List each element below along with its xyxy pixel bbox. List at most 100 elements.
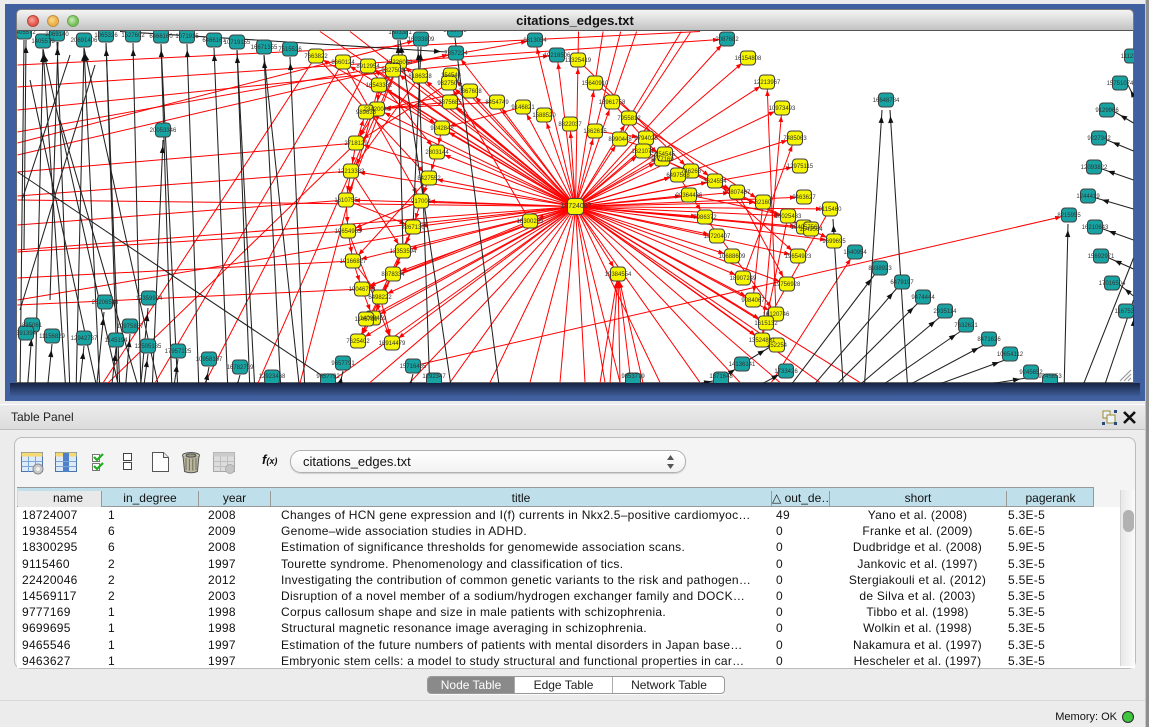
svg-text:7515526: 7515526 <box>278 47 302 53</box>
svg-text:1071915: 1071915 <box>175 34 199 40</box>
svg-text:12923468: 12923468 <box>259 374 286 380</box>
svg-text:17957225: 17957225 <box>165 349 192 355</box>
svg-text:8427552: 8427552 <box>417 176 441 182</box>
svg-text:18300295: 18300295 <box>517 219 544 225</box>
svg-text:16782759: 16782759 <box>227 365 254 371</box>
svg-text:9245653: 9245653 <box>1038 374 1062 380</box>
svg-text:9084067: 9084067 <box>741 298 765 304</box>
svg-text:8813055: 8813055 <box>443 31 467 34</box>
svg-text:8186328: 8186328 <box>408 74 432 80</box>
svg-text:2867608: 2867608 <box>458 89 482 95</box>
svg-text:1588520: 1588520 <box>532 113 556 119</box>
svg-text:8813054: 8813054 <box>523 38 547 44</box>
svg-text:1405572: 1405572 <box>17 31 36 36</box>
svg-text:9242848: 9242848 <box>430 126 454 132</box>
svg-text:10973493: 10973493 <box>769 106 796 112</box>
svg-text:6498222: 6498222 <box>368 295 392 301</box>
svg-text:8471626: 8471626 <box>977 337 1001 343</box>
svg-text:9146821: 9146821 <box>511 105 535 111</box>
svg-text:19384554: 19384554 <box>605 272 632 278</box>
svg-text:1145194: 1145194 <box>105 338 129 344</box>
svg-text:8912954: 8912954 <box>356 64 380 70</box>
svg-text:20364436: 20364436 <box>676 193 703 199</box>
svg-text:917004: 917004 <box>411 199 432 205</box>
svg-text:10719155: 10719155 <box>224 40 251 46</box>
svg-text:1405573: 1405573 <box>31 39 55 45</box>
svg-text:989635: 989635 <box>356 110 377 116</box>
svg-text:2803144: 2803144 <box>425 150 449 156</box>
svg-text:8878334: 8878334 <box>381 272 405 278</box>
svg-text:10958107: 10958107 <box>196 357 223 363</box>
svg-text:1167534: 1167534 <box>1115 309 1134 315</box>
svg-text:15751074: 15751074 <box>1107 81 1134 87</box>
svg-text:11325419: 11325419 <box>565 58 592 64</box>
svg-text:20206536: 20206536 <box>92 300 119 306</box>
svg-text:3875685: 3875685 <box>438 100 462 106</box>
svg-text:10688609: 10688609 <box>719 254 746 260</box>
svg-text:10807487: 10807487 <box>724 190 751 196</box>
svg-text:8215955: 8215955 <box>1057 213 1081 219</box>
svg-text:9474444: 9474444 <box>911 295 935 301</box>
svg-text:7955812: 7955812 <box>617 116 641 122</box>
svg-text:12093822: 12093822 <box>1081 165 1108 171</box>
svg-text:15720407: 15720407 <box>704 234 731 240</box>
svg-text:1244419: 1244419 <box>1076 194 1100 200</box>
svg-text:6466160: 6466160 <box>149 34 173 40</box>
svg-text:8454749: 8454749 <box>485 100 509 106</box>
svg-text:1733426: 1733426 <box>774 369 798 375</box>
svg-text:9129966: 9129966 <box>1095 108 1119 114</box>
svg-text:12505135: 12505135 <box>135 344 162 350</box>
svg-text:154545: 154545 <box>655 152 676 158</box>
svg-text:1615132: 1615132 <box>754 321 778 327</box>
svg-text:16671355: 16671355 <box>251 45 278 51</box>
svg-text:18724007: 18724007 <box>560 203 591 210</box>
svg-text:1603381: 1603381 <box>388 31 412 36</box>
svg-text:835061: 835061 <box>22 323 43 329</box>
svg-text:1362615: 1362615 <box>583 129 607 135</box>
svg-text:3267130: 3267130 <box>401 225 425 231</box>
svg-text:19654923: 19654923 <box>785 254 812 260</box>
svg-text:16543382: 16543382 <box>366 83 393 89</box>
svg-text:2935114: 2935114 <box>934 309 958 315</box>
svg-text:6497568: 6497568 <box>666 173 690 179</box>
svg-text:16648784: 16648784 <box>873 98 900 104</box>
svg-text:9657791: 9657791 <box>331 361 355 367</box>
svg-text:9657792: 9657792 <box>316 374 340 380</box>
svg-text:9699695: 9699695 <box>822 239 846 245</box>
svg-text:7857224: 7857224 <box>444 51 468 57</box>
svg-text:9853779: 9853779 <box>621 374 645 380</box>
svg-text:9327508: 9327508 <box>437 81 461 87</box>
svg-text:6794028: 6794028 <box>634 136 658 142</box>
svg-text:1371648: 1371648 <box>709 374 733 380</box>
svg-text:16120746: 16120746 <box>763 312 790 318</box>
svg-text:12353594: 12353594 <box>390 249 417 255</box>
svg-text:6479197: 6479197 <box>890 280 914 286</box>
svg-text:15640910: 15640910 <box>582 81 609 87</box>
svg-text:2087682: 2087682 <box>715 37 739 43</box>
svg-text:19975887: 19975887 <box>117 324 144 330</box>
svg-text:2718129: 2718129 <box>344 141 368 147</box>
svg-text:14136141: 14136141 <box>729 362 756 368</box>
svg-text:17359924: 17359924 <box>136 296 163 302</box>
svg-text:19166827: 19166827 <box>340 259 367 265</box>
svg-text:3624554: 3624554 <box>703 179 727 185</box>
svg-text:16961758: 16961758 <box>599 100 626 106</box>
svg-text:16914479: 16914479 <box>379 341 406 347</box>
svg-text:11156829: 11156829 <box>39 334 65 340</box>
svg-text:8660124: 8660124 <box>331 60 355 66</box>
svg-text:15716485: 15716485 <box>400 364 427 370</box>
svg-text:7986372: 7986372 <box>693 215 717 221</box>
svg-text:1610755: 1610755 <box>334 198 358 204</box>
svg-text:19756928: 19756928 <box>774 282 801 288</box>
svg-text:19654963: 19654963 <box>335 229 362 235</box>
svg-text:17016504: 17016504 <box>1099 281 1126 287</box>
svg-text:8322037: 8322037 <box>558 122 582 128</box>
svg-text:12975115: 12975115 <box>787 164 814 170</box>
svg-text:10046798: 10046798 <box>349 287 376 293</box>
svg-text:16210643: 16210643 <box>1082 225 1109 231</box>
svg-text:2069140: 2069140 <box>45 32 69 38</box>
svg-text:9227342: 9227342 <box>1087 136 1111 142</box>
svg-text:7625402: 7625402 <box>346 339 370 345</box>
svg-text:1527602: 1527602 <box>121 33 145 39</box>
svg-text:1146799: 1146799 <box>355 317 379 323</box>
